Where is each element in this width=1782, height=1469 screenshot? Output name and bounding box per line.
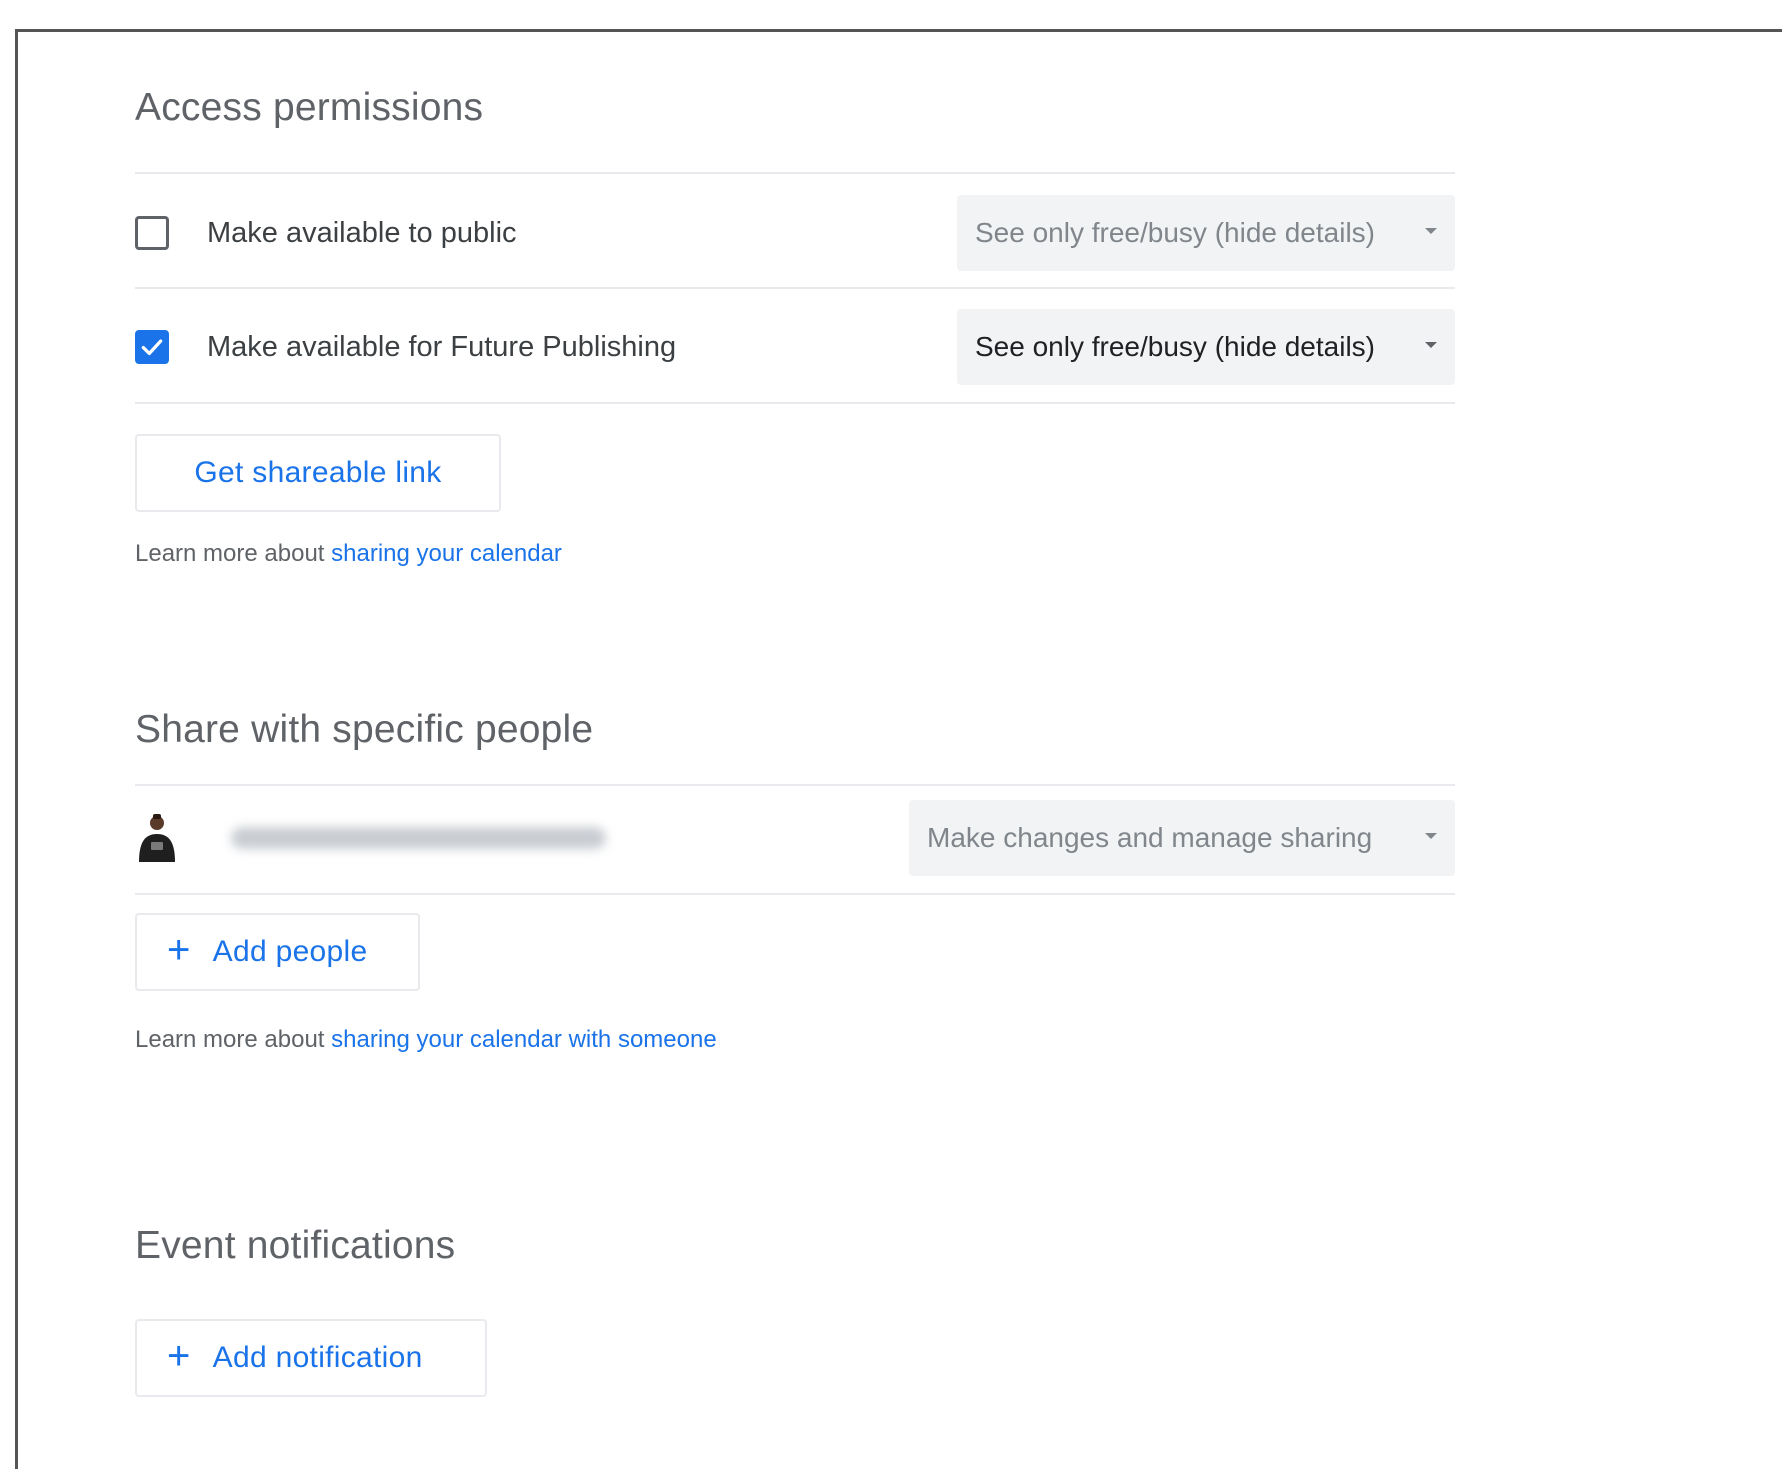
avatar [139, 814, 175, 862]
plus-icon: + [167, 1334, 191, 1378]
learn-more-prefix: Learn more about [135, 1026, 332, 1053]
org-access-select-value: See only free/busy (hide details) [975, 331, 1375, 362]
add-people-label: Add people [212, 935, 368, 968]
org-access-label: Make available for Future Publishing [207, 330, 677, 363]
access-permissions-heading: Access permissions [135, 86, 484, 129]
add-people-button[interactable]: + Add people [135, 913, 420, 991]
org-access-row: Make available for Future Publishing See… [135, 309, 1455, 385]
caret-down-icon [1425, 228, 1437, 234]
sharing-calendar-someone-link[interactable]: sharing your calendar with someone [331, 1026, 717, 1053]
sharing-calendar-link[interactable]: sharing your calendar [331, 540, 562, 567]
public-access-row: Make available to public See only free/b… [135, 195, 1455, 271]
divider [135, 893, 1455, 895]
divider [135, 287, 1455, 289]
divider [135, 172, 1455, 174]
public-access-select-value: See only free/busy (hide details) [975, 217, 1375, 248]
share-people-heading: Share with specific people [135, 708, 594, 751]
public-access-label: Make available to public [207, 216, 517, 249]
divider [135, 402, 1455, 404]
learn-more-sharing-someone: Learn more about sharing your calendar w… [135, 1026, 717, 1054]
org-access-checkbox[interactable] [135, 330, 169, 364]
caret-down-icon [1425, 342, 1437, 348]
org-access-select[interactable]: See only free/busy (hide details) [957, 309, 1455, 385]
person-permission-select[interactable]: Make changes and manage sharing [909, 800, 1455, 876]
public-access-select[interactable]: See only free/busy (hide details) [957, 195, 1455, 271]
learn-more-prefix: Learn more about [135, 540, 332, 567]
person-email-blurred [231, 827, 606, 849]
learn-more-sharing: Learn more about sharing your calendar [135, 540, 562, 568]
get-shareable-link-button[interactable]: Get shareable link [135, 434, 501, 512]
caret-down-icon [1425, 833, 1437, 839]
person-row: Make changes and manage sharing [135, 800, 1455, 876]
add-notification-button[interactable]: + Add notification [135, 1319, 487, 1397]
check-icon [141, 339, 163, 356]
person-permission-value: Make changes and manage sharing [927, 822, 1373, 853]
event-notifications-heading: Event notifications [135, 1224, 456, 1267]
divider [135, 784, 1455, 786]
public-access-checkbox[interactable] [135, 216, 169, 250]
plus-icon: + [167, 928, 191, 972]
add-notification-label: Add notification [212, 1341, 423, 1374]
